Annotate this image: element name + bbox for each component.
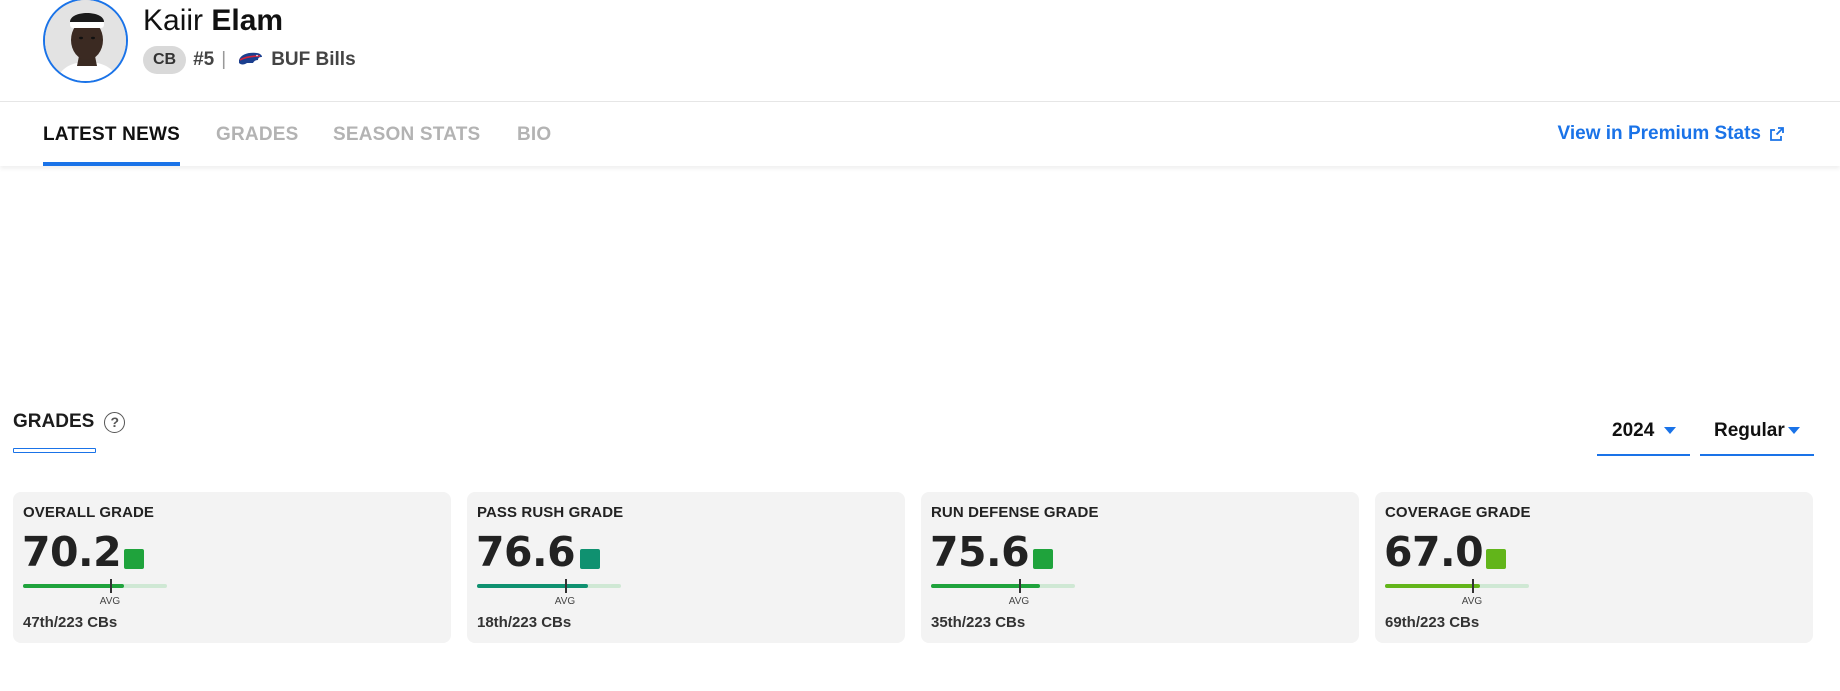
view-premium-stats-link[interactable]: View in Premium Stats — [1558, 123, 1785, 145]
grades-title-text: GRADES — [13, 411, 95, 432]
grade-rank: 69th/223 CBs — [1385, 614, 1480, 631]
grade-card-label: PASS RUSH GRADE — [477, 504, 624, 521]
avg-label: AVG — [1008, 596, 1030, 607]
avg-label: AVG — [554, 596, 576, 607]
player-header: Kaiir Elam CB #5 | BUF Bills — [0, 0, 1840, 102]
bills-logo-icon — [237, 51, 263, 69]
grade-color-swatch — [580, 549, 600, 569]
player-tabs: LATEST NEWS GRADES SEASON STATS BIO View… — [0, 103, 1840, 166]
avg-marker — [565, 579, 567, 593]
grade-percentile-bar — [931, 584, 1075, 588]
grade-card-value: 75.6 — [930, 528, 1030, 576]
grade-percentile-bar — [1385, 584, 1529, 588]
grade-card-coverage: COVERAGE GRADE 67.0 AVG 69th/223 CBs — [1375, 492, 1813, 643]
grade-color-swatch — [124, 549, 144, 569]
help-icon[interactable]: ? — [104, 411, 126, 433]
avg-marker — [1472, 579, 1474, 593]
grade-card-run-defense: RUN DEFENSE GRADE 75.6 AVG 35th/223 CBs — [921, 492, 1359, 643]
grades-section-title: GRADES ? — [13, 411, 126, 433]
grade-card-label: RUN DEFENSE GRADE — [931, 504, 1099, 521]
tab-season-stats[interactable]: SEASON STATS — [333, 124, 480, 166]
grade-rank: 18th/223 CBs — [477, 614, 572, 631]
player-name: Kaiir Elam — [143, 2, 283, 40]
grade-card-value: 76.6 — [476, 528, 576, 576]
tab-bio[interactable]: BIO — [517, 124, 551, 166]
season-type-value: Regular — [1714, 420, 1785, 441]
season-type-select[interactable]: Regular — [1700, 412, 1814, 456]
grade-percentile-bar — [23, 584, 167, 588]
avg-label: AVG — [99, 596, 121, 607]
grade-card-overall: OVERALL GRADE 70.2 AVG 47th/223 CBs — [13, 492, 451, 643]
grade-card-pass-rush: PASS RUSH GRADE 76.6 AVG 18th/223 CBs — [467, 492, 905, 643]
premium-link-label: View in Premium Stats — [1557, 123, 1761, 144]
grade-percentile-fill — [23, 584, 124, 588]
season-year-select[interactable]: 2024 — [1597, 412, 1690, 456]
grades-title-underline — [13, 448, 96, 453]
grade-card-label: OVERALL GRADE — [23, 504, 155, 521]
grade-card-value: 70.2 — [22, 528, 122, 576]
tab-grades[interactable]: GRADES — [216, 124, 299, 166]
player-meta: CB #5 | BUF Bills — [143, 46, 356, 74]
avg-marker — [110, 579, 112, 593]
player-last-name: Elam — [211, 4, 284, 37]
grade-rank: 47th/223 CBs — [23, 614, 118, 631]
player-headshot-icon — [45, 0, 126, 81]
player-avatar — [43, 0, 128, 83]
grade-color-swatch — [1033, 549, 1053, 569]
grade-card-label: COVERAGE GRADE — [1385, 504, 1531, 521]
team-name[interactable]: BUF Bills — [271, 49, 355, 71]
external-link-icon — [1770, 127, 1784, 141]
caret-down-icon — [1788, 427, 1800, 434]
grade-percentile-fill — [477, 584, 588, 588]
caret-down-icon — [1664, 427, 1676, 434]
grade-rank: 35th/223 CBs — [931, 614, 1026, 631]
grade-percentile-bar — [477, 584, 621, 588]
jersey-number: #5 — [193, 49, 215, 70]
tab-latest-news[interactable]: LATEST NEWS — [43, 124, 180, 166]
player-first-name: Kaiir — [143, 4, 204, 37]
grade-percentile-fill — [1385, 584, 1481, 588]
grade-card-value: 67.0 — [1384, 528, 1484, 576]
season-year-value: 2024 — [1612, 420, 1655, 441]
grade-percentile-fill — [931, 584, 1041, 588]
position-badge: CB — [143, 46, 187, 74]
avg-marker — [1019, 579, 1021, 593]
avg-label: AVG — [1461, 596, 1483, 607]
grade-color-swatch — [1486, 549, 1506, 569]
meta-separator: | — [221, 49, 227, 70]
